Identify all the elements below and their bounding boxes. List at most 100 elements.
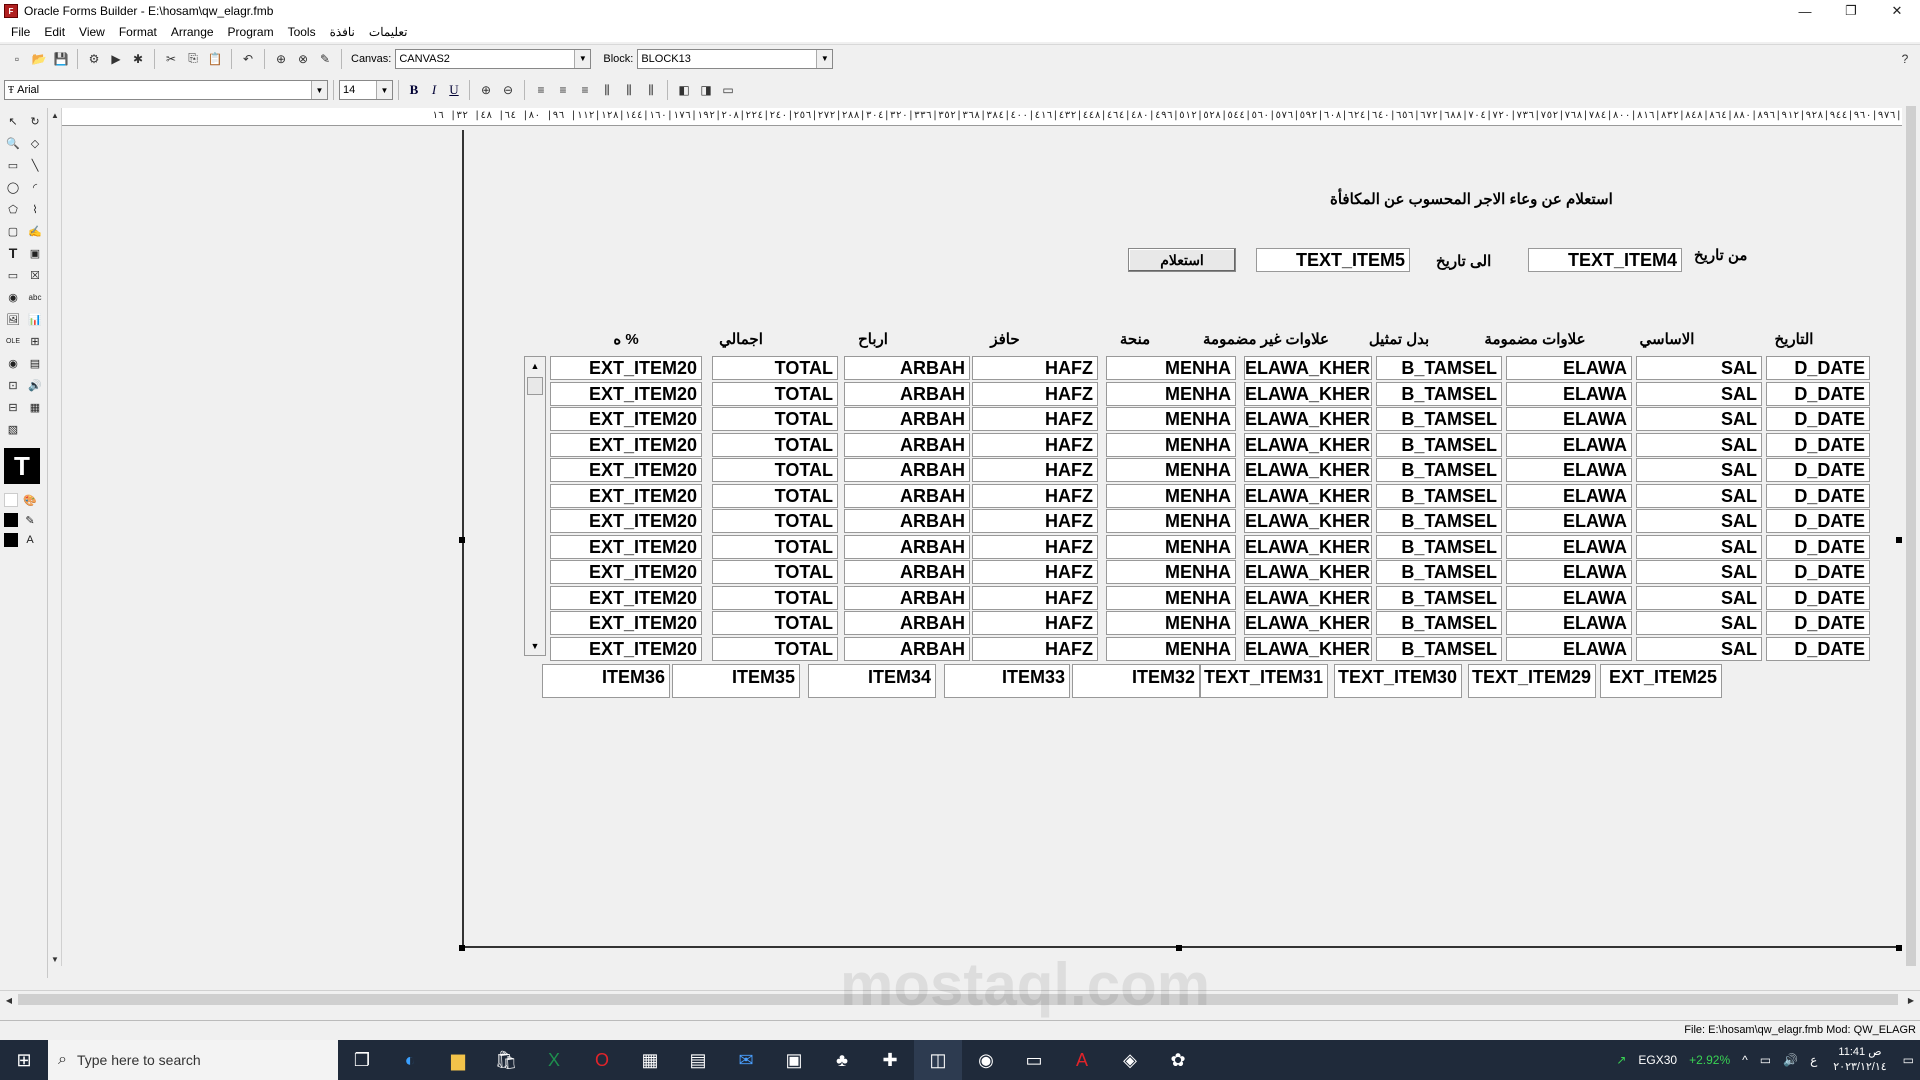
restore-button[interactable]: ❐	[1828, 0, 1874, 22]
block-select[interactable]: BLOCK13 ▼	[637, 48, 834, 69]
cell-percent[interactable]: EXT_ITEM20	[550, 534, 702, 559]
total-cell[interactable]: TEXT_ITEM30	[1334, 664, 1462, 698]
cell-date[interactable]: D_DATE	[1766, 560, 1870, 584]
windows-start-icon[interactable]: ⊞	[0, 1040, 48, 1080]
total-cell[interactable]: ITEM35	[672, 664, 800, 698]
fill-color-icon[interactable]: 🎨	[20, 490, 40, 510]
align-bottom-icon[interactable]: ⫼	[641, 80, 661, 100]
app-icon[interactable]: ◈	[1106, 1040, 1154, 1080]
cell-elawa-kher[interactable]: ELAWA_KHER	[1244, 432, 1372, 457]
scroll-left-icon[interactable]: ◀	[2, 993, 16, 1007]
app-icon[interactable]: ✚	[866, 1040, 914, 1080]
freehand-icon[interactable]: ✍	[24, 220, 46, 242]
cell-b-tamsel[interactable]: B_TAMSEL	[1376, 636, 1502, 661]
edge-icon[interactable]: ◐	[386, 1040, 434, 1080]
font-size-select[interactable]: 14 ▼	[339, 80, 393, 100]
total-cell[interactable]: EXT_ITEM25	[1600, 664, 1722, 698]
cell-arbah[interactable]: ARBAH	[844, 483, 970, 508]
header-basic[interactable]: الاساسي	[1612, 330, 1722, 348]
magnify-icon[interactable]: 🔍	[2, 132, 24, 154]
cell-sal[interactable]: SAL	[1636, 636, 1762, 661]
open-icon[interactable]: 📂	[29, 49, 49, 69]
network-icon[interactable]: ▭	[1754, 1053, 1777, 1067]
text-tool-icon[interactable]: T	[2, 242, 24, 264]
from-date-label[interactable]: من تاريخ	[1694, 246, 1747, 264]
cell-elawa[interactable]: ELAWA	[1506, 483, 1632, 508]
scroll-right-icon[interactable]: ▶	[1904, 993, 1918, 1007]
cell-date[interactable]: D_DATE	[1766, 432, 1870, 457]
total-cell[interactable]: ITEM32	[1072, 664, 1200, 698]
cell-arbah[interactable]: ARBAH	[844, 432, 970, 457]
menu-edit[interactable]: Edit	[37, 25, 72, 39]
line-color-icon[interactable]: ✎	[20, 510, 40, 530]
ellipse-icon[interactable]: ◯	[2, 176, 24, 198]
cell-menha[interactable]: MENHA	[1106, 534, 1236, 559]
cell-hafz[interactable]: HAFZ	[972, 483, 1098, 508]
cell-sal[interactable]: SAL	[1636, 560, 1762, 584]
cell-menha[interactable]: MENHA	[1106, 356, 1236, 380]
edit-icon[interactable]: ✎	[315, 49, 335, 69]
cell-total[interactable]: TOTAL	[712, 560, 838, 584]
cell-elawa[interactable]: ELAWA	[1506, 534, 1632, 559]
cell-elawa[interactable]: ELAWA	[1506, 356, 1632, 380]
app-icon[interactable]: ▣	[770, 1040, 818, 1080]
save-icon[interactable]: 💾	[51, 49, 71, 69]
list-item-icon[interactable]: ▤	[24, 352, 46, 374]
cell-b-tamsel[interactable]: B_TAMSEL	[1376, 356, 1502, 380]
task-view-icon[interactable]: ❐	[338, 1040, 386, 1080]
cell-elawa-kher[interactable]: ELAWA_KHER	[1244, 407, 1372, 431]
zoom-in-icon[interactable]: ⊕	[476, 80, 496, 100]
new-icon[interactable]: ▫	[7, 49, 27, 69]
cell-percent[interactable]: EXT_ITEM20	[550, 560, 702, 584]
cell-sal[interactable]: SAL	[1636, 407, 1762, 431]
text-color-swatch[interactable]	[4, 533, 18, 547]
cut-icon[interactable]: ✂	[161, 49, 181, 69]
cell-sal[interactable]: SAL	[1636, 458, 1762, 482]
align-right-icon[interactable]: ≡	[575, 80, 595, 100]
file-explorer-icon[interactable]: ▆	[434, 1040, 482, 1080]
line-color-swatch[interactable]	[4, 513, 18, 527]
cell-elawa-kher[interactable]: ELAWA_KHER	[1244, 458, 1372, 482]
cell-date[interactable]: D_DATE	[1766, 356, 1870, 380]
cell-total[interactable]: TOTAL	[712, 483, 838, 508]
cell-total[interactable]: TOTAL	[712, 509, 838, 533]
create-icon[interactable]: ⊕	[271, 49, 291, 69]
cell-total[interactable]: TOTAL	[712, 458, 838, 482]
cell-arbah[interactable]: ARBAH	[844, 585, 970, 610]
notifications-icon[interactable]: ▭	[1897, 1053, 1920, 1067]
cell-sal[interactable]: SAL	[1636, 509, 1762, 533]
acrobat-icon[interactable]: A	[1058, 1040, 1106, 1080]
bold-button[interactable]: B	[404, 80, 424, 100]
to-date-field[interactable]: TEXT_ITEM5	[1256, 248, 1410, 272]
cell-hafz[interactable]: HAFZ	[972, 356, 1098, 380]
scroll-down-icon[interactable]: ▼	[48, 952, 62, 966]
cell-percent[interactable]: EXT_ITEM20	[550, 458, 702, 482]
cell-menha[interactable]: MENHA	[1106, 483, 1236, 508]
header-total[interactable]: اجمالي	[696, 330, 786, 348]
frame-icon[interactable]: ▣	[24, 242, 46, 264]
cell-sal[interactable]: SAL	[1636, 611, 1762, 635]
cell-hafz[interactable]: HAFZ	[972, 432, 1098, 457]
cell-arbah[interactable]: ARBAH	[844, 636, 970, 661]
run-form-icon[interactable]: ▶	[106, 49, 126, 69]
cell-b-tamsel[interactable]: B_TAMSEL	[1376, 458, 1502, 482]
scroll-up-icon[interactable]: ▲	[525, 357, 545, 375]
cell-elawa[interactable]: ELAWA	[1506, 560, 1632, 584]
select-pointer-icon[interactable]: ↖	[2, 110, 24, 132]
cell-menha[interactable]: MENHA	[1106, 560, 1236, 584]
cell-arbah[interactable]: ARBAH	[844, 458, 970, 482]
cell-sal[interactable]: SAL	[1636, 585, 1762, 610]
cell-hafz[interactable]: HAFZ	[972, 407, 1098, 431]
header-unmerged-allowances[interactable]: علاوات غير مضمومة	[1196, 330, 1336, 348]
button-tool-icon[interactable]: ▭	[2, 264, 24, 286]
chevron-down-icon[interactable]: ▼	[574, 49, 591, 68]
cell-date[interactable]: D_DATE	[1766, 381, 1870, 406]
close-button[interactable]: ✕	[1874, 0, 1920, 22]
forms-builder-taskbar-icon[interactable]: ◫	[914, 1040, 962, 1080]
ole-tool-icon[interactable]: OLE	[2, 330, 24, 352]
chrome-icon[interactable]: ◉	[962, 1040, 1010, 1080]
total-cell[interactable]: ITEM33	[944, 664, 1070, 698]
cell-elawa-kher[interactable]: ELAWA_KHER	[1244, 509, 1372, 533]
chevron-down-icon[interactable]: ▼	[816, 49, 833, 68]
cell-hafz[interactable]: HAFZ	[972, 636, 1098, 661]
